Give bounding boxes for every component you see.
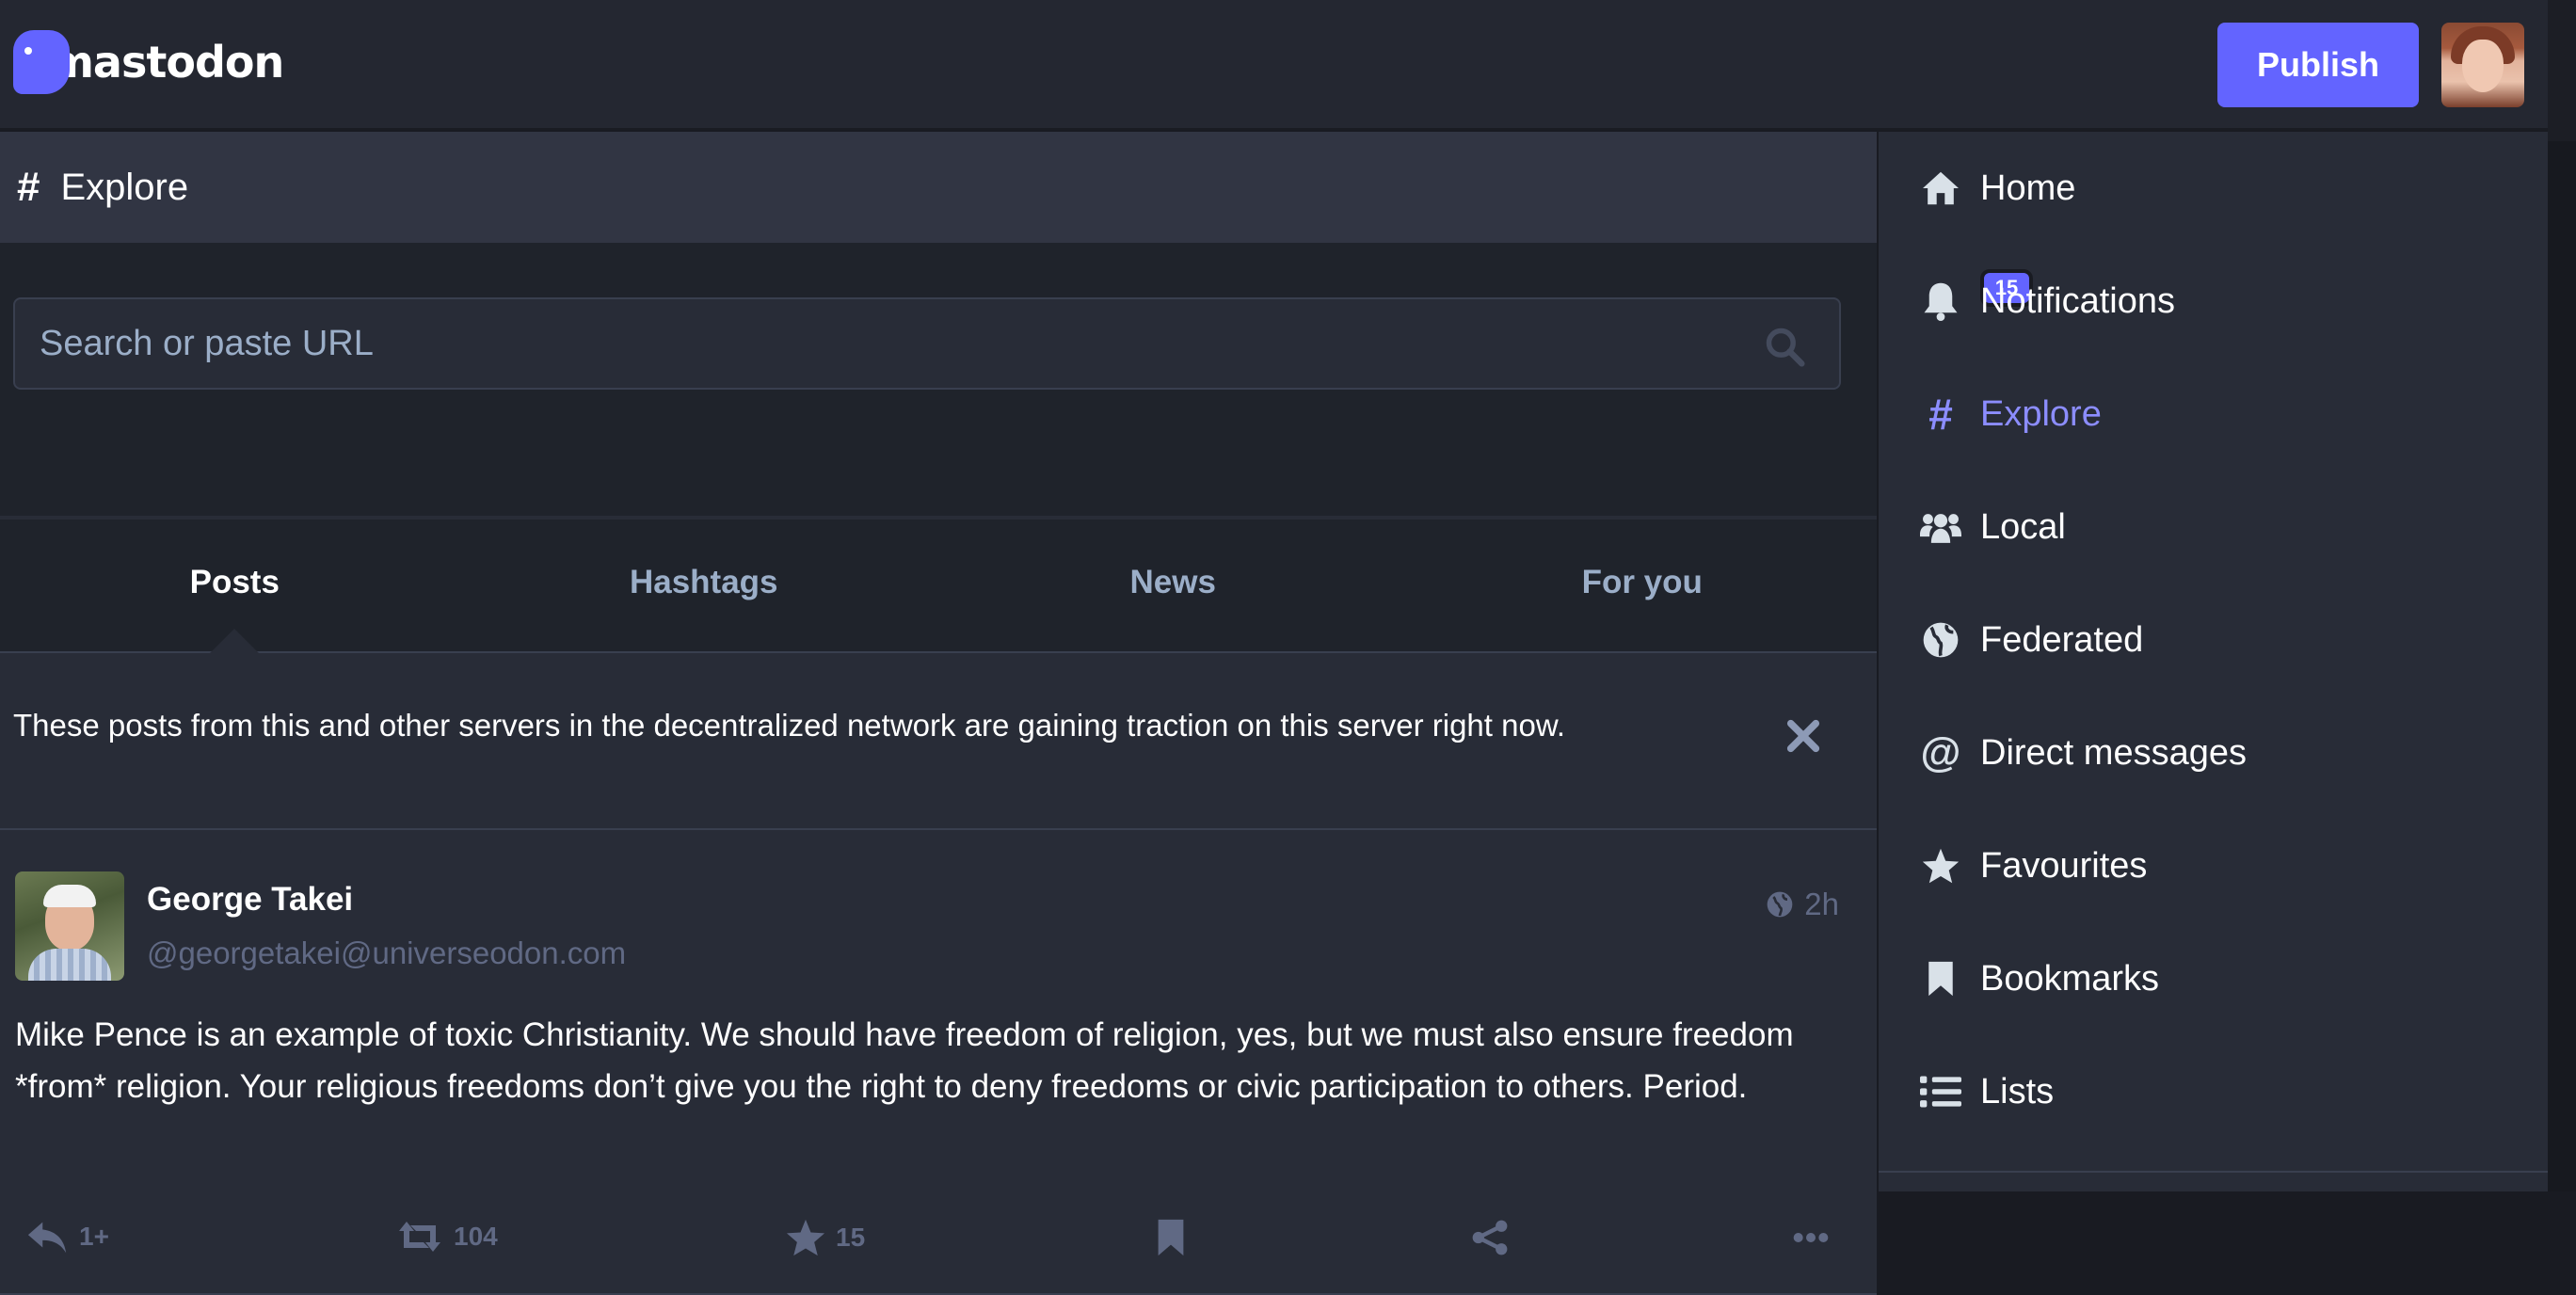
nav-notifications[interactable]: 15 Notifications xyxy=(1879,245,2548,358)
globe-icon xyxy=(1920,619,1961,661)
share-icon xyxy=(1472,1220,1508,1255)
list-icon xyxy=(1920,1071,1961,1112)
nav-bookmarks[interactable]: Bookmarks xyxy=(1879,922,2548,1035)
mastodon-logo[interactable]: mastodon xyxy=(13,28,284,96)
nav-label: Explore xyxy=(1980,393,2102,434)
nav-label: Home xyxy=(1980,168,2076,208)
nav-federated[interactable]: Federated xyxy=(1879,584,2548,696)
author-avatar[interactable] xyxy=(15,871,124,981)
notice-text: These posts from this and other servers … xyxy=(13,708,1566,743)
status-content: Mike Pence is an example of toxic Christ… xyxy=(15,1016,1794,1105)
avatar-hair xyxy=(43,885,96,907)
explore-column: # Explore Posts Hashtags News For you Th… xyxy=(0,132,1877,1295)
nav-label: Federated xyxy=(1980,619,2144,660)
boost-count: 104 xyxy=(454,1222,498,1251)
status-timestamp[interactable]: 2h xyxy=(1765,887,1839,922)
bookmark-icon xyxy=(1920,958,1961,999)
tab-hashtags[interactable]: Hashtags xyxy=(470,520,939,651)
bell-icon: 15 xyxy=(1920,269,2033,322)
more-button[interactable] xyxy=(1792,1218,1839,1257)
nav-explore[interactable]: # Explore xyxy=(1879,358,2548,471)
my-avatar[interactable] xyxy=(2441,23,2524,107)
author-account[interactable]: @georgetakei@universeodon.com xyxy=(147,935,626,971)
nav-label: Notifications xyxy=(1980,280,2175,321)
nav-label: Lists xyxy=(1980,1071,2055,1111)
search-box[interactable] xyxy=(13,297,1841,390)
nav-label: Bookmarks xyxy=(1980,958,2160,999)
star-icon xyxy=(786,1219,825,1256)
reply-icon xyxy=(27,1222,67,1254)
status-actions: 1+ 104 15 xyxy=(0,1203,1877,1276)
globe-icon xyxy=(1767,891,1793,918)
hashtag-icon: # xyxy=(1928,390,1953,439)
active-tab-indicator xyxy=(208,627,262,653)
avatar-shirt xyxy=(28,949,111,981)
logo-text: mastodon xyxy=(49,37,284,88)
explore-notice: These posts from this and other servers … xyxy=(0,655,1877,830)
top-bar: mastodon Publish xyxy=(0,0,2548,130)
explore-tabs: Posts Hashtags News For you xyxy=(0,520,1877,653)
status-post[interactable]: George Takei @georgetakei@universeodon.c… xyxy=(0,832,1877,1295)
column-title: Explore xyxy=(60,166,189,208)
boost-button[interactable]: 104 xyxy=(395,1218,498,1255)
author-display-name[interactable]: George Takei xyxy=(147,881,353,919)
nav-divider xyxy=(1879,1171,2548,1173)
avatar-face xyxy=(2462,40,2504,92)
tab-label: For you xyxy=(1581,564,1703,600)
share-button[interactable] xyxy=(1470,1218,1519,1257)
reply-count: 1+ xyxy=(79,1222,109,1251)
search-input[interactable] xyxy=(15,299,1839,388)
nav-label: Local xyxy=(1980,506,2066,547)
nav-label: Favourites xyxy=(1980,845,2148,886)
nav-local[interactable]: Local xyxy=(1879,471,2548,584)
navigation-panel: Home 15 Notifications # Explore Local Fe… xyxy=(1879,132,2548,1191)
nav-home[interactable]: Home xyxy=(1879,132,2548,245)
mastodon-logo-icon xyxy=(13,30,70,94)
tab-label: Hashtags xyxy=(629,564,778,600)
hashtag-icon: # xyxy=(17,164,40,210)
tab-for-you[interactable]: For you xyxy=(1408,520,1878,651)
status-time-text: 2h xyxy=(1804,887,1839,921)
boost-icon xyxy=(399,1222,440,1252)
column-header[interactable]: # Explore xyxy=(0,132,1877,243)
nav-label: Direct messages xyxy=(1980,732,2247,773)
scrollbar-thumb[interactable] xyxy=(2548,141,2576,1191)
tab-news[interactable]: News xyxy=(938,520,1408,651)
at-icon: @ xyxy=(1920,729,1961,775)
bookmark-button[interactable] xyxy=(1156,1218,1195,1257)
nav-lists[interactable]: Lists xyxy=(1879,1035,2548,1148)
tab-posts[interactable]: Posts xyxy=(0,520,470,653)
tab-label: Posts xyxy=(189,564,280,600)
favourite-count: 15 xyxy=(836,1223,866,1252)
favourite-button[interactable]: 15 xyxy=(785,1218,865,1257)
users-icon xyxy=(1920,506,1961,548)
close-icon[interactable] xyxy=(1784,717,1822,755)
search-icon[interactable] xyxy=(1764,326,1805,367)
reply-button[interactable]: 1+ xyxy=(26,1218,109,1255)
tab-label: News xyxy=(1129,564,1216,600)
ellipsis-icon xyxy=(1793,1233,1829,1242)
home-icon xyxy=(1920,168,1961,209)
publish-button[interactable]: Publish xyxy=(2217,23,2419,107)
bookmark-icon xyxy=(1158,1219,1184,1256)
nav-direct-messages[interactable]: @ Direct messages xyxy=(1879,696,2548,809)
star-icon xyxy=(1920,845,1961,887)
nav-favourites[interactable]: Favourites xyxy=(1879,809,2548,922)
